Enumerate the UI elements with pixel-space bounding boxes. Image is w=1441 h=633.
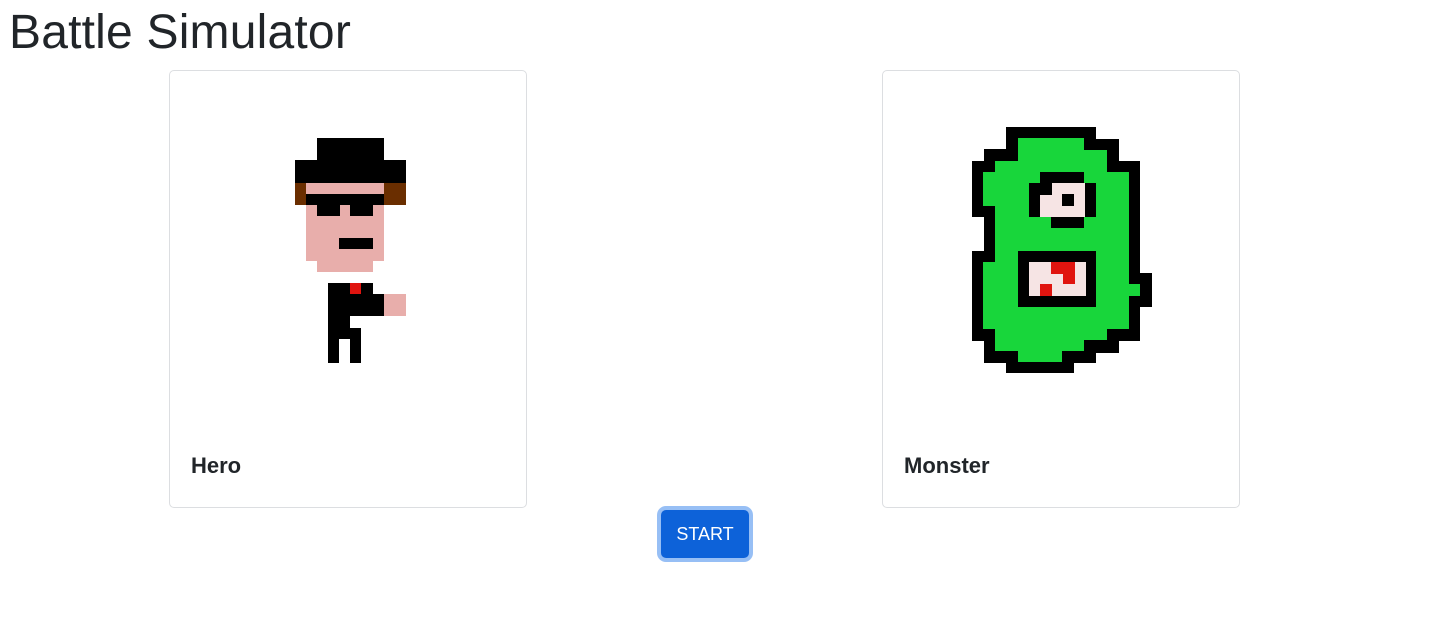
monster-title: Monster — [904, 453, 990, 478]
start-button[interactable]: START — [657, 506, 753, 562]
monster-card: Monster — [882, 70, 1240, 508]
page-title: Battle Simulator — [9, 6, 352, 59]
hero-sprite — [295, 138, 406, 363]
hero-title: Hero — [191, 453, 242, 478]
hero-card: Hero — [169, 70, 527, 508]
start-button-label: START — [661, 510, 749, 558]
monster-sprite — [972, 127, 1152, 373]
